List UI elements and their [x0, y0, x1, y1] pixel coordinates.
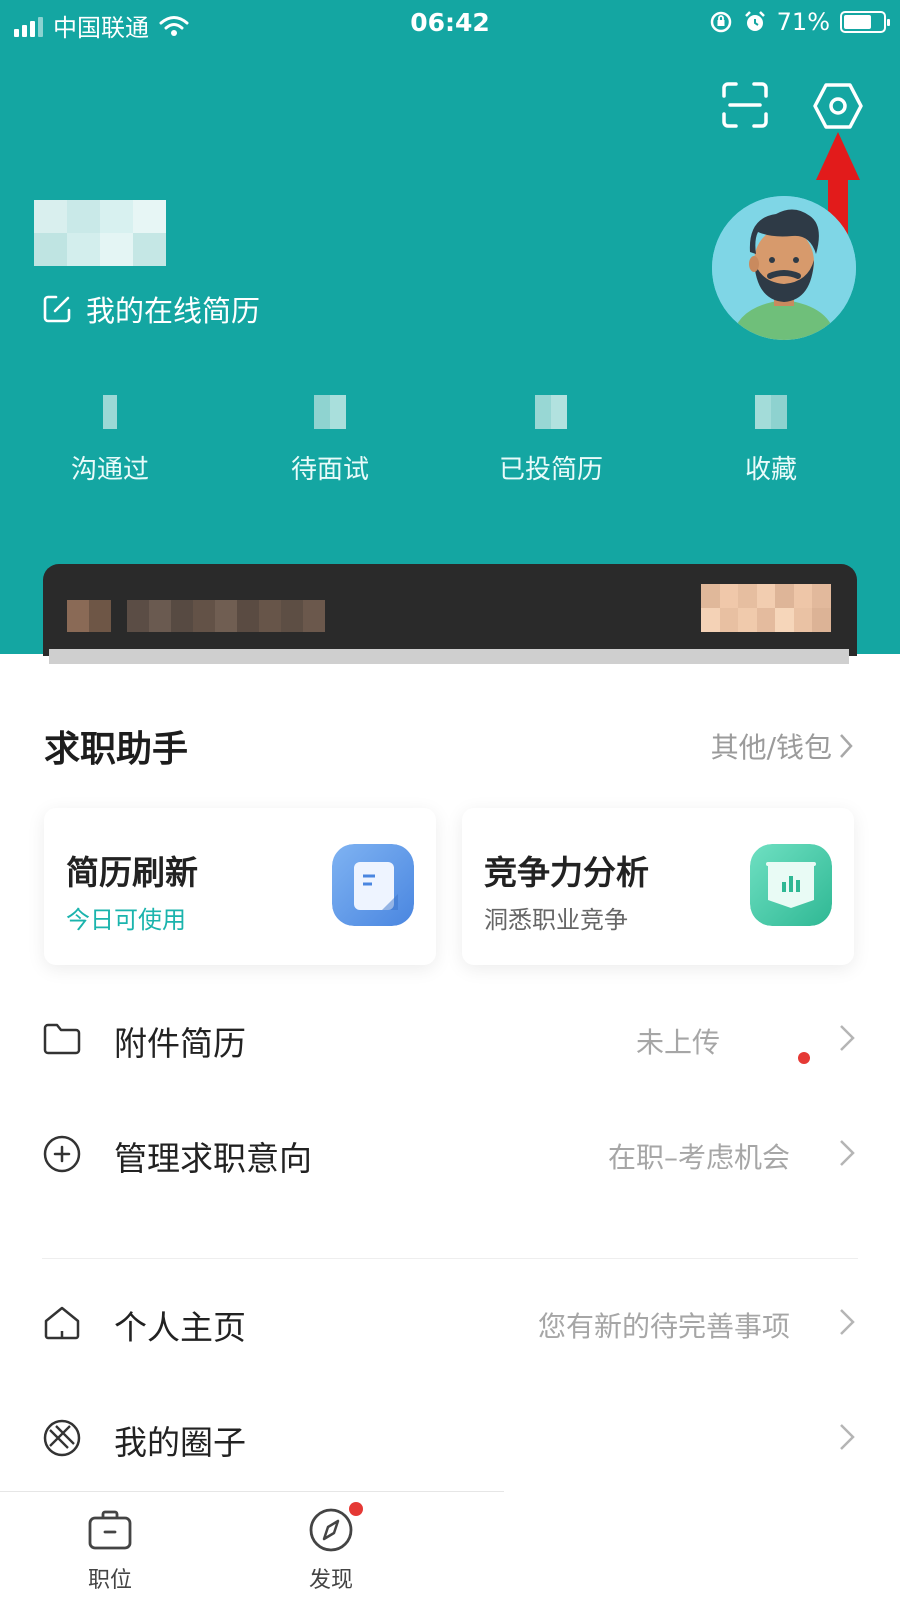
- unread-dot: [798, 1052, 810, 1064]
- stat-value-blurred: [451, 395, 651, 429]
- scan-icon[interactable]: [720, 80, 770, 130]
- stat-label: 沟通过: [70, 455, 149, 485]
- card-subtitle: 今日可使用: [66, 906, 186, 934]
- battery-icon: [840, 11, 890, 33]
- tab-jobs[interactable]: 职位: [40, 1492, 180, 1600]
- stat-label: 收藏: [744, 455, 797, 485]
- briefcase-icon: [88, 1510, 132, 1550]
- tab-label: 发现: [308, 1568, 353, 1593]
- rotation-lock-icon: [710, 11, 731, 33]
- chevron-right-icon: [840, 1424, 855, 1450]
- stat-value-blurred: [230, 395, 430, 429]
- chevron-right-icon: [840, 734, 853, 758]
- avatar[interactable]: [712, 196, 856, 340]
- stat-value-blurred: [10, 395, 210, 429]
- bottom-tab-bar: 职位 发现: [0, 1491, 504, 1600]
- tab-label: 职位: [87, 1568, 132, 1593]
- menu-personal-homepage[interactable]: 个人主页 您有新的待完善事项: [0, 1283, 900, 1363]
- menu-label: 个人主页: [114, 1308, 246, 1347]
- tab-discover[interactable]: 发现: [261, 1492, 401, 1600]
- menu-label: 附件简历: [114, 1024, 246, 1063]
- menu-my-circles[interactable]: 我的圈子: [0, 1398, 900, 1478]
- banner-button-blurred: [701, 584, 831, 632]
- stat-label: 已投简历: [498, 455, 603, 485]
- home-icon: [44, 1306, 80, 1340]
- status-bar: 中国联通 06:42 71%: [0, 0, 900, 46]
- stat-applied[interactable]: 已投简历: [451, 395, 651, 486]
- circle-aperture-icon: [43, 1419, 81, 1457]
- compass-icon: [309, 1508, 353, 1552]
- alarm-icon: [744, 11, 765, 31]
- card-title: 简历刷新: [66, 853, 198, 892]
- notification-dot: [349, 1502, 363, 1516]
- chevron-right-icon: [840, 1309, 855, 1335]
- card-title: 竞争力分析: [484, 853, 649, 892]
- stat-favorites[interactable]: 收藏: [671, 395, 871, 486]
- stat-communicated[interactable]: 沟通过: [10, 395, 210, 486]
- online-resume-label: 我的在线简历: [86, 294, 261, 328]
- banner-text-blurred: [67, 600, 325, 632]
- plus-circle-icon: [43, 1135, 81, 1173]
- job-assistant-title: 求职助手: [44, 729, 189, 770]
- stats-row: 沟通过 待面试 已投简历 收藏: [0, 395, 900, 485]
- online-resume-link[interactable]: 我的在线简历: [42, 288, 260, 330]
- chevron-right-icon: [840, 1140, 855, 1166]
- menu-job-intention[interactable]: 管理求职意向 在职–考虑机会: [0, 1114, 900, 1194]
- menu-value: 您有新的待完善事项: [537, 1310, 790, 1343]
- username-blurred: [34, 200, 166, 266]
- stat-label: 待面试: [290, 455, 369, 485]
- profile-header: 中国联通 06:42 71% 我的在线简历 沟通过 待面试 已投简历 收藏: [0, 0, 900, 656]
- menu-label: 管理求职意向: [114, 1139, 312, 1178]
- vip-banner[interactable]: [43, 564, 857, 656]
- stat-value-blurred: [671, 395, 871, 429]
- chevron-right-icon: [840, 1025, 855, 1051]
- stat-pending-interview[interactable]: 待面试: [230, 395, 430, 486]
- chart-flag-icon: [750, 844, 832, 926]
- banner-shadow-strip: [49, 649, 849, 664]
- battery-percent: 71%: [776, 8, 830, 36]
- menu-label: 我的圈子: [114, 1423, 246, 1462]
- card-subtitle: 洞悉职业竞争: [484, 906, 628, 934]
- resume-refresh-card[interactable]: 简历刷新 今日可使用: [44, 808, 436, 965]
- other-wallet-link[interactable]: 其他/钱包: [711, 726, 854, 766]
- menu-attachment-resume[interactable]: 附件简历 未上传: [0, 999, 900, 1079]
- menu-value: 未上传: [635, 1026, 720, 1059]
- settings-hexagon-icon[interactable]: [812, 80, 864, 132]
- menu-value: 在职–考虑机会: [607, 1141, 790, 1174]
- other-wallet-label: 其他/钱包: [710, 731, 832, 764]
- menu-divider: [42, 1258, 858, 1259]
- folder-icon: [43, 1023, 81, 1055]
- document-icon: [332, 844, 414, 926]
- competitiveness-card[interactable]: 竞争力分析 洞悉职业竞争: [462, 808, 854, 965]
- edit-icon: [43, 295, 71, 323]
